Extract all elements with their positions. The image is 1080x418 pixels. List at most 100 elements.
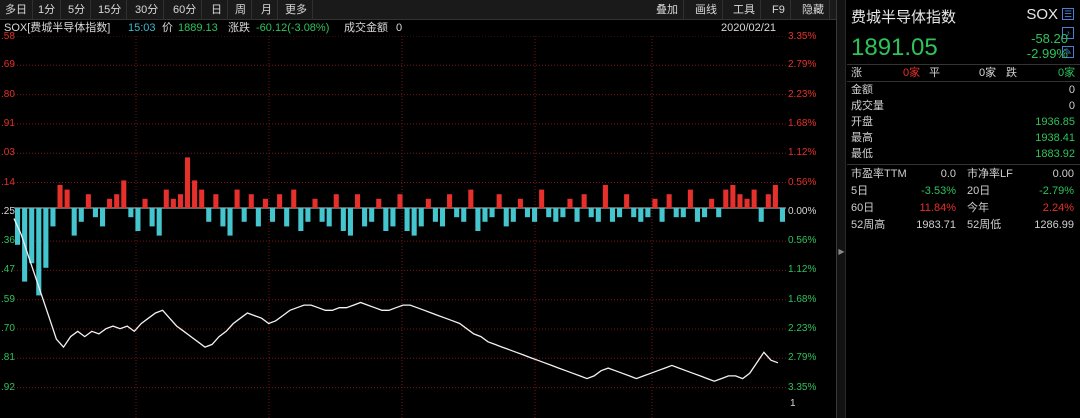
momentum-bar bbox=[85, 194, 91, 208]
draw-line-button[interactable]: 画线 bbox=[690, 0, 723, 20]
intraday-chart[interactable]: .58.69.80.91.03.14.25.36.47.59.70.81.92 … bbox=[0, 31, 836, 418]
momentum-bar bbox=[652, 198, 658, 208]
quote-row-value: 1938.41 bbox=[1035, 132, 1075, 144]
info-turnover-label: 成交金额 bbox=[344, 22, 388, 34]
momentum-bar bbox=[779, 208, 785, 222]
momentum-bar bbox=[305, 208, 311, 222]
breadth-row: 涨 0家 平 0家 跌 0家 bbox=[851, 65, 1075, 82]
collapse-arrow-icon[interactable]: ▶ bbox=[837, 246, 846, 258]
right-axis-tick: 1.68% bbox=[788, 293, 817, 305]
f9-button[interactable]: F9 bbox=[767, 0, 791, 20]
momentum-bar bbox=[277, 194, 283, 208]
quote-row: 最高 1938.41 bbox=[851, 130, 1075, 147]
right-axis-tick: 2.23% bbox=[788, 323, 817, 334]
quote-row: 最低 1883.92 bbox=[851, 146, 1075, 163]
momentum-bar bbox=[71, 208, 77, 236]
momentum-bar bbox=[220, 208, 226, 227]
quote-row: 成交量 0 bbox=[851, 98, 1075, 115]
panel-price: 1891.05 bbox=[851, 34, 938, 61]
momentum-bar bbox=[631, 208, 637, 218]
momentum-bar bbox=[723, 189, 729, 208]
overlay-button[interactable]: 叠加 bbox=[651, 0, 684, 20]
stat-value: -3.53% bbox=[921, 185, 956, 197]
bottom-axis-value: 1 bbox=[790, 398, 796, 409]
tools-button[interactable]: 工具 bbox=[728, 0, 761, 20]
momentum-bar bbox=[333, 194, 339, 208]
right-axis-tick: 3.35% bbox=[788, 381, 817, 393]
momentum-bar bbox=[383, 208, 389, 231]
stat-value: 1983.71 bbox=[916, 219, 956, 231]
momentum-bar bbox=[737, 194, 743, 208]
quote-row-label: 最低 bbox=[851, 148, 873, 160]
momentum-bar bbox=[107, 198, 113, 208]
left-axis-tick: .58 bbox=[1, 31, 15, 42]
right-axis-tick: 1.12% bbox=[788, 264, 817, 276]
hide-button[interactable]: 隐藏 bbox=[797, 0, 830, 20]
period-month-button[interactable]: 月 bbox=[256, 0, 278, 20]
period-60min-button[interactable]: 60分 bbox=[168, 0, 203, 20]
info-price-label: 价 bbox=[162, 22, 173, 34]
right-axis-tick: 2.23% bbox=[788, 88, 817, 100]
momentum-bar bbox=[645, 208, 651, 218]
left-axis-tick: .03 bbox=[1, 147, 15, 159]
momentum-bar bbox=[354, 194, 361, 208]
chart-canvas bbox=[13, 36, 786, 418]
period-15min-button[interactable]: 15分 bbox=[93, 0, 128, 20]
quote-row: 金额 0 bbox=[851, 82, 1075, 99]
quote-row-label: 成交量 bbox=[851, 100, 884, 112]
momentum-bar bbox=[730, 185, 736, 208]
up-label: 涨 bbox=[851, 67, 862, 79]
left-axis-tick: .47 bbox=[1, 264, 15, 276]
more-button[interactable]: 更多 bbox=[280, 0, 313, 20]
momentum-bar bbox=[694, 208, 701, 222]
right-axis-tick: 0.00% bbox=[788, 205, 817, 217]
left-axis-tick: .59 bbox=[1, 293, 15, 305]
period-1min-button[interactable]: 1分 bbox=[33, 0, 62, 20]
momentum-bar bbox=[284, 208, 290, 227]
info-turnover: 0 bbox=[396, 22, 403, 34]
stat-value: 0.0 bbox=[940, 168, 956, 180]
period-30min-button[interactable]: 30分 bbox=[130, 0, 165, 20]
momentum-bar bbox=[57, 185, 63, 208]
stat-label: 60日 bbox=[851, 202, 875, 214]
vertical-scrollbar[interactable]: ▶ bbox=[837, 0, 846, 418]
momentum-bar bbox=[50, 208, 56, 227]
momentum-bar bbox=[475, 208, 481, 231]
period-week-button[interactable]: 周 bbox=[230, 0, 252, 20]
momentum-bar bbox=[177, 194, 183, 208]
quote-row-value: 1936.85 bbox=[1035, 116, 1075, 128]
period-multiday-button[interactable]: 多日 bbox=[0, 0, 33, 20]
period-5min-button[interactable]: 5分 bbox=[63, 0, 92, 20]
momentum-bar bbox=[666, 194, 672, 208]
quote-panel: 费城半导体指数 SOX ☰ ♪ ✎ 1891.05 -58.20 -2.99% … bbox=[847, 0, 1080, 418]
momentum-bar bbox=[588, 208, 594, 218]
momentum-bar bbox=[192, 180, 198, 208]
momentum-bar bbox=[546, 208, 552, 218]
momentum-bar bbox=[574, 208, 580, 222]
momentum-bar bbox=[702, 208, 708, 218]
momentum-bar bbox=[772, 185, 778, 208]
stat-label: 52周高 bbox=[851, 219, 886, 231]
period-day-button[interactable]: 日 bbox=[206, 0, 228, 20]
momentum-bar bbox=[439, 208, 446, 227]
momentum-bar bbox=[206, 208, 212, 222]
momentum-bar bbox=[510, 208, 516, 222]
momentum-bar bbox=[617, 208, 623, 218]
momentum-bar bbox=[163, 189, 169, 208]
right-axis-tick: 0.56% bbox=[788, 235, 817, 247]
stat-value: 1286.99 bbox=[1034, 219, 1074, 231]
momentum-bar bbox=[312, 198, 318, 208]
momentum-bar bbox=[638, 208, 644, 222]
momentum-bar bbox=[539, 189, 545, 208]
momentum-bar bbox=[149, 208, 155, 227]
chart-info-bar: SOX[费城半导体指数] 15:03 价 1889.13 涨跌 -60.12(-… bbox=[0, 20, 836, 36]
left-axis-tick: .25 bbox=[1, 205, 15, 217]
left-axis-tick: .36 bbox=[1, 235, 15, 247]
chart-toolbar: 多日 1分 5分 15分 30分 60分 日 周 月 更多 叠加 画线 工具 F… bbox=[0, 0, 836, 20]
momentum-bar bbox=[659, 208, 665, 222]
menu-icon[interactable]: ☰ bbox=[1062, 8, 1074, 20]
left-axis-tick: .92 bbox=[1, 381, 15, 393]
momentum-bar bbox=[99, 208, 106, 227]
quote-row-value: 0 bbox=[1068, 84, 1075, 96]
momentum-bar bbox=[602, 185, 608, 208]
